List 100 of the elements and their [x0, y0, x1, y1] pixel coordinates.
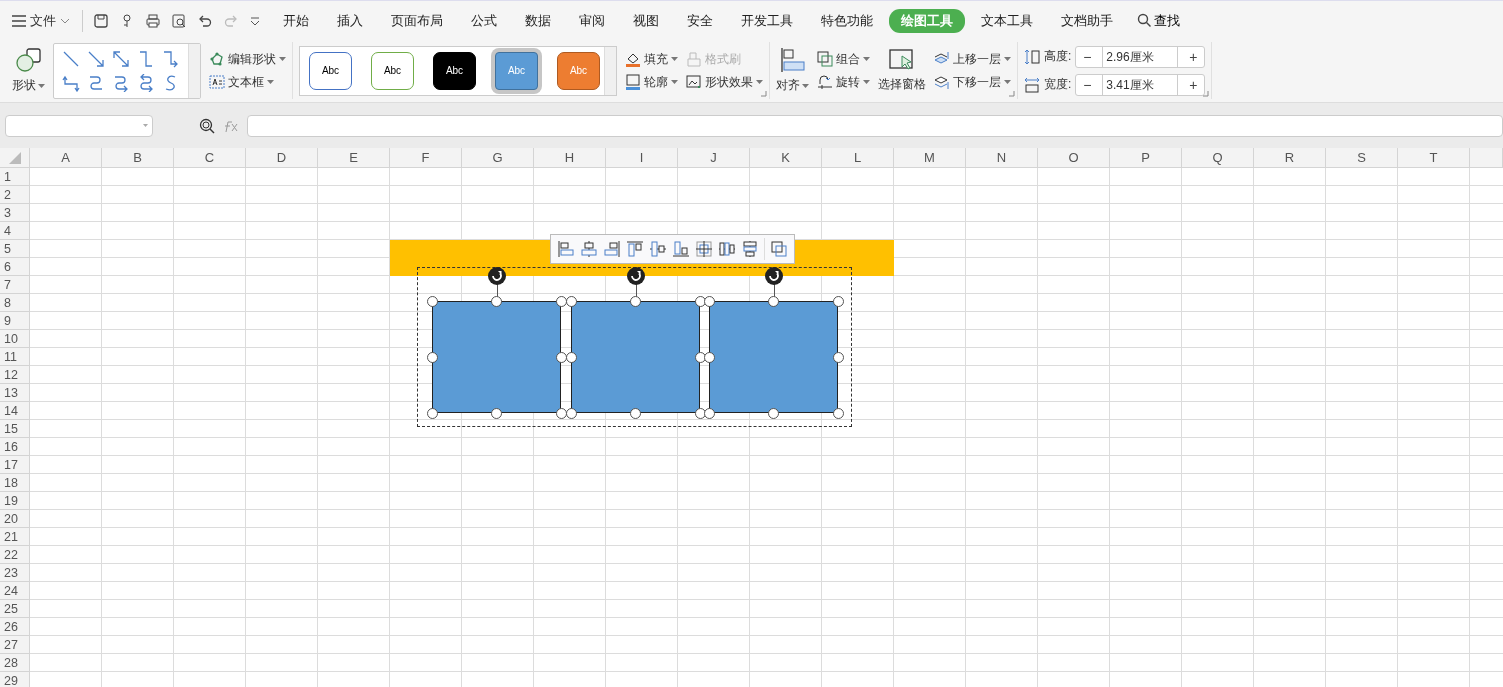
align-left-icon[interactable]	[557, 240, 575, 258]
align-middle-icon[interactable]	[649, 240, 667, 258]
row-header[interactable]: 16	[0, 438, 30, 456]
resize-handle[interactable]	[426, 351, 438, 363]
column-header[interactable]: N	[966, 148, 1038, 168]
increment-button[interactable]: +	[1182, 74, 1205, 95]
row-header[interactable]: 20	[0, 510, 30, 528]
size-spinner[interactable]: − 3.41厘米 +	[1075, 73, 1206, 96]
shape-style-button[interactable]: Abc	[309, 51, 352, 90]
row-header[interactable]: 8	[0, 294, 30, 312]
resize-handle[interactable]	[565, 351, 577, 363]
column-header[interactable]: B	[102, 148, 174, 168]
resize-handle[interactable]	[555, 351, 567, 363]
ribbon-tab[interactable]: 安全	[675, 8, 725, 33]
ribbon-tab[interactable]: 审阅	[567, 8, 617, 33]
resize-handle[interactable]	[832, 407, 844, 419]
shape-effect-button[interactable]: 形状效果	[686, 73, 763, 91]
line-shape-icon[interactable]	[87, 49, 105, 68]
shape-style-button[interactable]: Abc	[433, 51, 476, 90]
row-header[interactable]: 24	[0, 582, 30, 600]
group-icon[interactable]	[770, 240, 788, 258]
resize-handle[interactable]	[694, 295, 706, 307]
resize-handle[interactable]	[555, 407, 567, 419]
size-field[interactable]: 3.41厘米	[1102, 74, 1179, 95]
column-header[interactable]: R	[1254, 148, 1326, 168]
ribbon-tab[interactable]: 文档助手	[1049, 8, 1125, 33]
distribute-vertical-icon[interactable]	[741, 240, 759, 258]
row-header[interactable]: 6	[0, 258, 30, 276]
rotate-button[interactable]: 旋转	[817, 73, 870, 91]
rotate-handle-icon[interactable]	[626, 267, 645, 285]
column-header[interactable]: F	[390, 148, 462, 168]
textbox-button[interactable]: 文本框	[209, 73, 286, 91]
line-shape-icon[interactable]	[112, 49, 130, 68]
row-header[interactable]: 11	[0, 348, 30, 366]
row-header[interactable]: 29	[0, 672, 30, 687]
column-header[interactable]: K	[750, 148, 822, 168]
line-shape-icon[interactable]	[162, 49, 180, 68]
resize-handle[interactable]	[426, 295, 438, 307]
column-header[interactable]: G	[462, 148, 534, 168]
align-right-icon[interactable]	[603, 240, 621, 258]
column-header[interactable]: J	[678, 148, 750, 168]
resize-handle[interactable]	[565, 295, 577, 307]
formula-field[interactable]	[247, 114, 1503, 137]
row-header[interactable]: 3	[0, 204, 30, 222]
resize-handle[interactable]	[768, 407, 779, 419]
ribbon-tab[interactable]: 插入	[325, 8, 375, 33]
resize-handle[interactable]	[832, 351, 844, 363]
resize-handle[interactable]	[703, 407, 715, 419]
resize-handle[interactable]	[630, 407, 641, 419]
resize-handle[interactable]	[832, 295, 844, 307]
save-icon[interactable]	[93, 12, 109, 29]
line-shape-icon[interactable]	[137, 73, 155, 92]
fill-button[interactable]: 填充	[625, 50, 678, 68]
ribbon-tab[interactable]: 公式	[459, 8, 509, 33]
row-header[interactable]: 5	[0, 240, 30, 258]
column-header[interactable]: O	[1038, 148, 1110, 168]
rotate-handle-icon[interactable]	[487, 267, 506, 285]
row-header[interactable]: 13	[0, 384, 30, 402]
column-header[interactable]: D	[246, 148, 318, 168]
decrement-button[interactable]: −	[1076, 46, 1099, 67]
align-button[interactable]: 对齐	[776, 47, 809, 94]
print-icon[interactable]	[145, 12, 161, 29]
rotate-handle-icon[interactable]	[764, 267, 783, 285]
row-header[interactable]: 26	[0, 618, 30, 636]
resize-handle[interactable]	[565, 407, 577, 419]
row-header[interactable]: 22	[0, 546, 30, 564]
shapes-button[interactable]: 形状	[12, 47, 45, 94]
column-header[interactable]: T	[1398, 148, 1470, 168]
column-header[interactable]: Q	[1182, 148, 1254, 168]
column-header[interactable]: C	[174, 148, 246, 168]
send-backward-button[interactable]: 下移一层	[934, 73, 1011, 91]
row-header[interactable]: 10	[0, 330, 30, 348]
row-header[interactable]: 15	[0, 420, 30, 438]
row-header[interactable]: 7	[0, 276, 30, 294]
row-header[interactable]: 23	[0, 564, 30, 582]
resize-handle[interactable]	[694, 407, 706, 419]
resize-handle[interactable]	[426, 407, 438, 419]
resize-handle[interactable]	[703, 351, 715, 363]
zoom-icon[interactable]	[199, 117, 215, 134]
ribbon-tab[interactable]: 视图	[621, 8, 671, 33]
file-menu[interactable]: 文件	[12, 11, 70, 30]
resize-handle[interactable]	[491, 407, 502, 419]
outline-button[interactable]: 轮廓	[625, 73, 678, 91]
row-header[interactable]: 19	[0, 492, 30, 510]
resize-handle[interactable]	[630, 295, 641, 307]
column-header[interactable]: I	[606, 148, 678, 168]
line-shape-icon[interactable]	[137, 49, 155, 68]
column-header[interactable]: A	[30, 148, 102, 168]
row-header[interactable]: 21	[0, 528, 30, 546]
column-header[interactable]: H	[534, 148, 606, 168]
shape-style-button[interactable]: Abc	[371, 51, 414, 90]
row-header[interactable]: 1	[0, 168, 30, 186]
size-spinner[interactable]: − 2.96厘米 +	[1075, 45, 1206, 68]
column-header[interactable]: S	[1326, 148, 1398, 168]
bring-forward-button[interactable]: 上移一层	[934, 50, 1011, 68]
print-preview-icon[interactable]	[171, 12, 187, 29]
line-shape-icon[interactable]	[62, 49, 80, 68]
resize-handle[interactable]	[555, 295, 567, 307]
row-header[interactable]: 2	[0, 186, 30, 204]
ribbon-tab[interactable]: 开始	[271, 8, 321, 33]
